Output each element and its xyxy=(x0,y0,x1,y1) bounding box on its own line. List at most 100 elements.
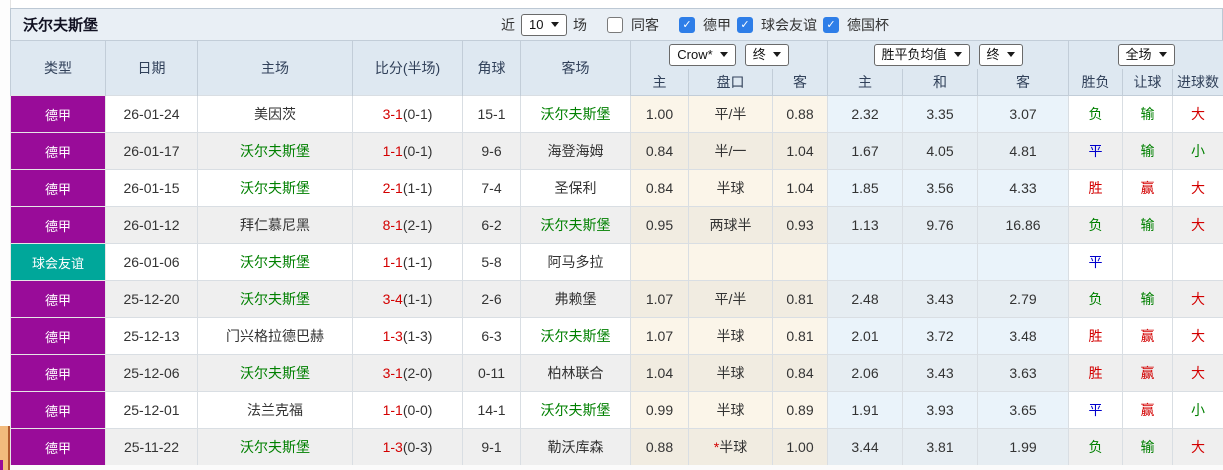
home-team: 沃尔夫斯堡 xyxy=(197,243,353,281)
filter-controls: 近 10 场 同客 德甲 球会友谊 德国杯 xyxy=(501,13,889,36)
league-type-cell: 德甲 xyxy=(10,391,106,429)
mean-draw: 4.05 xyxy=(902,132,978,170)
mean-home: 2.32 xyxy=(827,95,903,133)
result-handicap: 输 xyxy=(1122,206,1174,244)
full-time-score: 3-4 xyxy=(382,291,403,307)
full-time-score: 1-1 xyxy=(382,143,403,159)
handicap-text: 两球半 xyxy=(709,217,752,233)
score-cell: 2-1(1-1) xyxy=(352,169,463,207)
mean-stage-select[interactable]: 终 xyxy=(978,43,1023,66)
corner-score: 6-2 xyxy=(462,206,521,244)
odds-away xyxy=(772,243,828,281)
odds-home: 1.04 xyxy=(630,354,689,392)
mean-home: 1.13 xyxy=(827,206,903,244)
bundesliga-checkbox[interactable] xyxy=(679,16,695,33)
handicap xyxy=(688,243,773,281)
match-date: 25-12-06 xyxy=(105,354,198,392)
match-date: 25-12-01 xyxy=(105,391,198,429)
result-wdl: 负 xyxy=(1068,428,1124,466)
mean-draw: 3.43 xyxy=(902,280,978,318)
result-handicap: 输 xyxy=(1122,95,1174,133)
away-team: 弗赖堡 xyxy=(520,280,631,318)
mean-away: 3.63 xyxy=(976,354,1070,392)
mean-draw: 3.56 xyxy=(902,169,978,207)
result-handicap xyxy=(1122,243,1174,281)
result-goals: 大 xyxy=(1172,169,1223,207)
chevron-down-icon xyxy=(953,52,962,58)
full-time-score: 3-1 xyxy=(382,365,403,381)
result-handicap: 赢 xyxy=(1122,169,1174,207)
near-label: 近 xyxy=(501,16,515,33)
match-date: 26-01-24 xyxy=(105,95,198,133)
odds-home: 1.07 xyxy=(630,280,689,318)
same-away-label: 同客 xyxy=(631,16,659,33)
same-away-checkbox[interactable] xyxy=(607,16,623,33)
dfb-pokal-checkbox[interactable] xyxy=(823,16,839,33)
match-date: 26-01-06 xyxy=(105,243,198,281)
mean-away: 4.33 xyxy=(976,169,1070,207)
odds-away: 0.93 xyxy=(772,206,828,244)
col-header-result: 胜负 xyxy=(1068,68,1124,96)
half-time-score: (0-3) xyxy=(402,439,433,455)
mean-draw xyxy=(902,243,978,281)
half-time-score: (1-1) xyxy=(402,254,433,270)
odds-stage-value: 终 xyxy=(752,46,766,62)
score-cell: 1-3(0-3) xyxy=(352,428,463,466)
full-match-group-header: 全场 xyxy=(1068,40,1223,69)
table-row: 德甲 25-12-01 法兰克福 1-1(0-0) 14-1 沃尔夫斯堡 0.9… xyxy=(10,391,1223,429)
chevron-down-icon xyxy=(1158,52,1167,58)
result-goals: 小 xyxy=(1172,391,1223,429)
handicap: 平/半 xyxy=(688,280,773,318)
corner-score: 9-6 xyxy=(462,132,521,170)
handicap-text: 半球 xyxy=(716,365,745,381)
chevron-down-icon xyxy=(772,52,781,58)
odds-company-value: Crow* xyxy=(677,46,713,62)
chevron-down-icon xyxy=(551,22,559,27)
result-goals: 大 xyxy=(1172,354,1223,392)
mean-home: 2.01 xyxy=(827,317,903,355)
odds-away: 0.81 xyxy=(772,280,828,318)
away-team: 柏林联合 xyxy=(520,354,631,392)
recent-count-select[interactable]: 10 xyxy=(521,13,567,36)
col-header-handicap: 盘口 xyxy=(688,68,773,96)
col-header-odds-home: 主 xyxy=(630,68,689,96)
home-team: 美因茨 xyxy=(197,95,353,133)
mean-type-select[interactable]: 胜平负均值 xyxy=(873,43,970,66)
table-row: 德甲 25-12-20 沃尔夫斯堡 3-4(1-1) 2-6 弗赖堡 1.07 … xyxy=(10,280,1223,318)
handicap: 平/半 xyxy=(688,95,773,133)
mean-home: 1.67 xyxy=(827,132,903,170)
odds-company-select[interactable]: Crow* xyxy=(669,43,736,66)
handicap: 半球 xyxy=(688,169,773,207)
mean-stage-value: 终 xyxy=(986,46,1000,62)
full-match-select[interactable]: 全场 xyxy=(1117,43,1175,66)
odds-home xyxy=(630,243,689,281)
col-header-home: 主场 xyxy=(197,40,353,96)
result-handicap: 赢 xyxy=(1122,354,1174,392)
col-header-odds-away: 客 xyxy=(772,68,828,96)
panel-title: 沃尔夫斯堡 xyxy=(23,17,99,34)
bottom-cutoff-strip xyxy=(10,465,1223,470)
league-type-cell: 球会友谊 xyxy=(10,243,106,281)
handicap-text: 半/一 xyxy=(714,143,747,159)
result-wdl: 平 xyxy=(1068,391,1124,429)
home-team: 门兴格拉德巴赫 xyxy=(197,317,353,355)
full-time-score: 3-1 xyxy=(382,106,403,122)
result-goals: 大 xyxy=(1172,280,1223,318)
match-date: 26-01-17 xyxy=(105,132,198,170)
odds-home: 0.84 xyxy=(630,132,689,170)
col-header-corner: 角球 xyxy=(462,40,521,96)
match-date: 25-12-20 xyxy=(105,280,198,318)
full-time-score: 1-3 xyxy=(382,328,403,344)
mean-home xyxy=(827,243,903,281)
score-cell: 1-1(0-0) xyxy=(352,391,463,429)
home-team: 沃尔夫斯堡 xyxy=(197,280,353,318)
odds-away: 0.88 xyxy=(772,95,828,133)
home-team: 沃尔夫斯堡 xyxy=(197,428,353,466)
col-header-away: 客场 xyxy=(520,40,631,96)
result-goals: 大 xyxy=(1172,317,1223,355)
odds-stage-select[interactable]: 终 xyxy=(744,43,789,66)
result-handicap: 赢 xyxy=(1122,317,1174,355)
half-time-score: (0-1) xyxy=(402,106,433,122)
club-friendly-checkbox[interactable] xyxy=(737,16,753,33)
result-goals: 大 xyxy=(1172,206,1223,244)
